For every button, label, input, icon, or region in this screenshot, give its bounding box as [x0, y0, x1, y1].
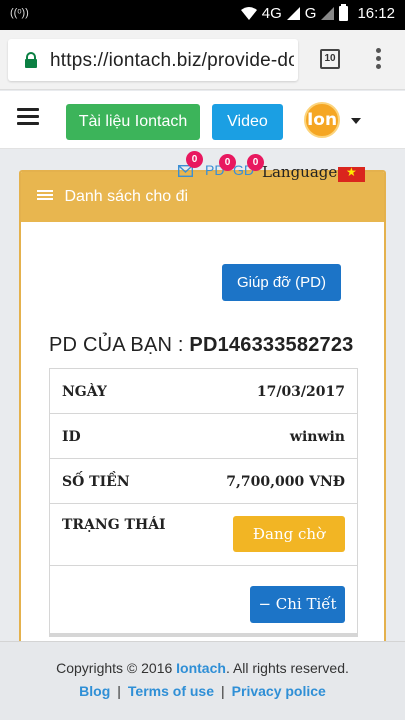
- hamburger-menu-icon[interactable]: [17, 108, 39, 126]
- brand-link[interactable]: Iontach: [176, 660, 226, 676]
- vietnam-flag-icon[interactable]: [338, 165, 365, 182]
- copyright-line: Copyrights © 2016 Iontach. All rights re…: [0, 660, 405, 676]
- user-avatar-logo[interactable]: Ion: [304, 102, 340, 138]
- list-icon: [37, 190, 53, 202]
- help-pd-button[interactable]: Giúp đỡ (PD): [222, 264, 341, 301]
- terms-link[interactable]: Terms of use: [128, 683, 214, 699]
- docs-button[interactable]: Tài liệu Iontach: [66, 104, 200, 140]
- card-title: Danh sách cho đi: [64, 188, 189, 205]
- battery-icon: [339, 4, 349, 21]
- signal-icon: [286, 7, 300, 20]
- row-value-amount: 7,700,000 VNĐ: [226, 474, 345, 490]
- table-row: SỐ TIỀN 7,700,000 VNĐ: [50, 459, 357, 504]
- language-label: Language:: [262, 163, 343, 181]
- site-footer: Copyrights © 2016 Iontach. All rights re…: [0, 641, 405, 720]
- pd-prefix: PD CỦA BẠN :: [49, 334, 190, 356]
- chevron-down-icon[interactable]: [351, 118, 361, 124]
- signal-icon-2: [321, 7, 335, 20]
- browser-menu-icon[interactable]: [376, 48, 382, 72]
- row-label-id: ID: [62, 429, 81, 445]
- give-list-card: Danh sách cho đi Giúp đỡ (PD) PD CỦA BẠN…: [19, 170, 386, 650]
- site-header: Tài liệu Iontach Video Ion: [0, 91, 405, 149]
- lock-icon: [25, 52, 37, 68]
- pd-detail-table: NGÀY 17/03/2017 ID winwin SỐ TIỀN 7,700,…: [49, 368, 358, 637]
- row-label-amount: SỐ TIỀN: [62, 474, 130, 490]
- table-row: ID winwin: [50, 414, 357, 459]
- detail-button[interactable]: − Chi Tiết: [250, 586, 345, 623]
- status-pending-button[interactable]: Đang chờ: [233, 516, 345, 552]
- status-bar: ((ᵒ)) 4G G 16:12: [0, 0, 405, 30]
- table-actions-row: − Chi Tiết: [50, 566, 357, 636]
- url-text: https://iontach.biz/provide-dor: [50, 50, 294, 71]
- row-label-status: TRẠNG THÁI: [62, 517, 166, 533]
- network-type: 4G: [261, 5, 282, 22]
- row-label-date: NGÀY: [62, 384, 107, 400]
- copyright-suffix: . All rights reserved.: [225, 660, 349, 676]
- video-button[interactable]: Video: [212, 104, 283, 140]
- wifi-icon: [240, 6, 257, 20]
- copyright-prefix: Copyrights © 2016: [56, 660, 177, 676]
- footer-separator: |: [117, 683, 121, 699]
- row-value-date: 17/03/2017: [256, 384, 345, 400]
- pd-heading: PD CỦA BẠN : PD146333582723: [49, 334, 353, 357]
- tab-switcher-button[interactable]: 10: [320, 49, 340, 69]
- footer-links: Blog | Terms of use | Privacy police: [0, 683, 405, 699]
- hotspot-icon: ((ᵒ)): [10, 7, 29, 19]
- privacy-link[interactable]: Privacy police: [232, 683, 326, 699]
- mail-count-badge: 0: [186, 151, 203, 168]
- table-row: TRẠNG THÁI Đang chờ: [50, 504, 357, 566]
- network-type-2: G: [304, 5, 317, 22]
- status-icons: 4G G 16:12: [240, 4, 395, 22]
- row-value-id: winwin: [289, 429, 345, 445]
- pd-code: PD146333582723: [189, 334, 354, 356]
- browser-toolbar: https://iontach.biz/provide-dor 10: [0, 30, 405, 90]
- blog-link[interactable]: Blog: [79, 683, 110, 699]
- address-bar[interactable]: https://iontach.biz/provide-dor: [8, 39, 298, 81]
- clock: 16:12: [357, 5, 395, 22]
- footer-separator: |: [221, 683, 225, 699]
- table-row: NGÀY 17/03/2017: [50, 369, 357, 414]
